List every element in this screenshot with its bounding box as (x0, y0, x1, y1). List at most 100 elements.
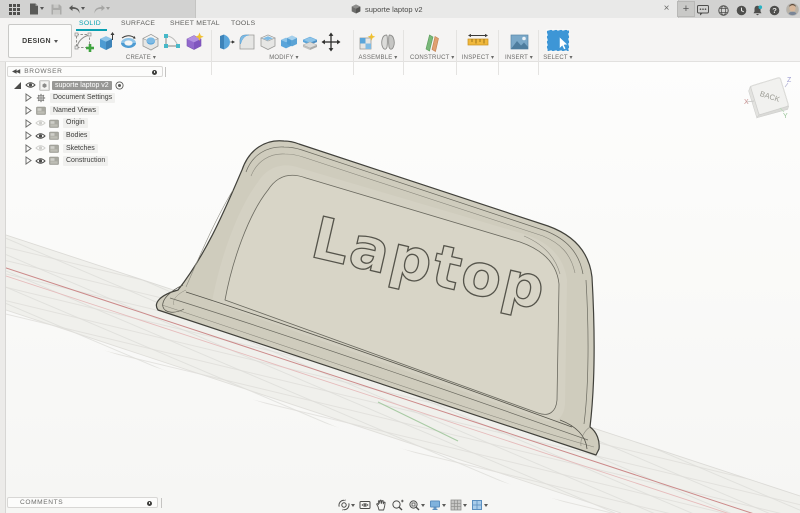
browser-row-sketches[interactable]: Sketches (0, 142, 124, 155)
tree-item-label[interactable]: Document Settings (50, 93, 116, 103)
tree-item-label[interactable]: Sketches (63, 143, 98, 154)
browser-row-construction[interactable]: Construction (0, 155, 124, 168)
feedback-chat-icon[interactable] (696, 3, 710, 17)
group-separator (498, 30, 499, 75)
group-modify: MODIFY ▾ (216, 30, 352, 61)
look-at-icon (359, 501, 371, 509)
fit-button[interactable] (408, 499, 425, 511)
expand-triangle-icon[interactable] (25, 118, 32, 128)
construction-plane-icon[interactable] (422, 32, 442, 52)
grid-icon (450, 499, 462, 511)
extensions-icon[interactable] (716, 3, 730, 17)
close-tab-icon[interactable]: × (661, 3, 672, 14)
new-component-icon[interactable] (357, 32, 377, 52)
redo-icon[interactable] (92, 2, 106, 16)
viewports-button[interactable] (471, 499, 488, 511)
folder-icon (36, 106, 46, 115)
user-avatar[interactable] (785, 2, 799, 16)
expand-triangle-icon[interactable] (13, 81, 22, 90)
create-sketch-icon[interactable] (74, 32, 95, 52)
group-label-inspect[interactable]: INSPECT ▾ (458, 54, 498, 61)
grid-snaps-button[interactable] (450, 499, 467, 511)
browser-row-origin[interactable]: Origin (0, 117, 124, 130)
viewport-3d[interactable]: Laptop ◀◀ BROWSER suporte laptop v2 Docu… (0, 62, 800, 513)
expand-triangle-icon[interactable] (25, 143, 32, 153)
group-label-insert[interactable]: INSERT ▾ (500, 54, 538, 61)
canvas-insert-icon[interactable] (509, 32, 530, 52)
tree-item-label[interactable]: Bodies (63, 130, 91, 141)
job-status-clock-icon[interactable] (734, 3, 748, 17)
pan-button[interactable] (375, 499, 387, 511)
group-label-create[interactable]: CREATE ▾ (74, 54, 208, 61)
primitive-box-icon[interactable] (184, 32, 205, 52)
hole-icon[interactable] (140, 32, 161, 52)
view-cube[interactable]: BACK X Z Y (728, 62, 800, 132)
visibility-eye-icon[interactable] (35, 132, 46, 140)
root-component-label[interactable]: suporte laptop v2 (52, 80, 112, 91)
undo-icon[interactable] (67, 2, 81, 16)
browser-panel-resize-handle[interactable] (165, 66, 166, 77)
group-label-modify[interactable]: MODIFY ▾ (216, 54, 352, 61)
sketch-dimension-icon[interactable] (162, 32, 183, 52)
undo-caret-icon[interactable] (81, 7, 85, 10)
visibility-eye-icon[interactable] (35, 157, 46, 165)
look-at-button[interactable] (359, 499, 371, 511)
collapse-browser-icon[interactable]: ◀◀ (12, 68, 20, 75)
document-tab[interactable]: suporte laptop v2 × (195, 0, 679, 18)
display-settings-button[interactable] (429, 499, 446, 511)
browser-options-icon[interactable] (152, 69, 157, 75)
combine-icon[interactable] (279, 32, 299, 52)
fillet-icon[interactable] (237, 32, 257, 52)
measure-icon[interactable] (466, 32, 490, 52)
zoom-button[interactable] (391, 499, 404, 511)
group-separator (403, 30, 404, 75)
comments-panel-resize-handle[interactable] (161, 497, 162, 508)
workspace-switcher[interactable]: DESIGN (8, 24, 72, 58)
offset-face-icon[interactable] (300, 32, 320, 52)
browser-row-root[interactable]: suporte laptop v2 (0, 79, 124, 92)
expand-triangle-icon[interactable] (25, 106, 32, 115)
shell-icon[interactable] (258, 32, 278, 52)
pan-hand-icon (376, 499, 386, 511)
comments-options-icon[interactable] (147, 500, 152, 506)
help-icon[interactable]: ? (767, 3, 781, 17)
workspace-label: DESIGN (22, 37, 51, 45)
new-tab-button[interactable]: + (677, 1, 695, 17)
visibility-eye-icon-hidden[interactable] (35, 144, 46, 152)
joint-icon[interactable] (378, 32, 398, 52)
group-insert: INSERT ▾ (500, 30, 538, 61)
activate-radio-icon[interactable] (115, 81, 124, 90)
visibility-eye-icon-hidden[interactable] (35, 119, 46, 127)
save-icon[interactable] (49, 2, 63, 16)
browser-row-document-settings[interactable]: Document Settings (0, 92, 124, 105)
browser-row-named-views[interactable]: Named Views (0, 104, 124, 117)
tree-item-label[interactable]: Construction (63, 156, 109, 166)
folder-icon (49, 131, 59, 140)
extrude-icon[interactable] (96, 32, 117, 52)
visibility-eye-icon[interactable] (25, 81, 36, 89)
notifications-bell-icon[interactable] (750, 3, 764, 17)
group-label-assemble[interactable]: ASSEMBLE ▾ (357, 54, 399, 61)
browser-row-bodies[interactable]: Bodies (0, 129, 124, 142)
tree-item-label[interactable]: Origin (63, 118, 88, 128)
group-label-construct[interactable]: CONSTRUCT ▾ (410, 54, 454, 61)
revolve-icon[interactable] (118, 32, 139, 52)
press-pull-icon[interactable] (216, 32, 236, 52)
redo-caret-icon[interactable] (106, 7, 110, 10)
data-panel-grid-icon[interactable] (7, 2, 21, 16)
browser-panel-header[interactable]: ◀◀ BROWSER (7, 66, 163, 77)
group-assemble: ASSEMBLE ▾ (357, 30, 399, 61)
group-label-select[interactable]: SELECT ▾ (540, 54, 576, 61)
file-menu-caret-icon[interactable] (40, 7, 44, 10)
expand-triangle-icon[interactable] (25, 156, 32, 166)
group-separator (538, 30, 539, 75)
orbit-button[interactable] (338, 499, 355, 511)
expand-triangle-icon[interactable] (25, 93, 32, 103)
move-copy-icon[interactable] (321, 32, 341, 52)
display-settings-icon (430, 500, 440, 510)
select-icon[interactable] (546, 29, 570, 52)
expand-triangle-icon[interactable] (25, 131, 32, 141)
tree-item-label[interactable]: Named Views (50, 105, 100, 116)
file-menu-icon[interactable] (27, 2, 41, 16)
comments-panel-header[interactable]: COMMENTS (7, 497, 158, 508)
